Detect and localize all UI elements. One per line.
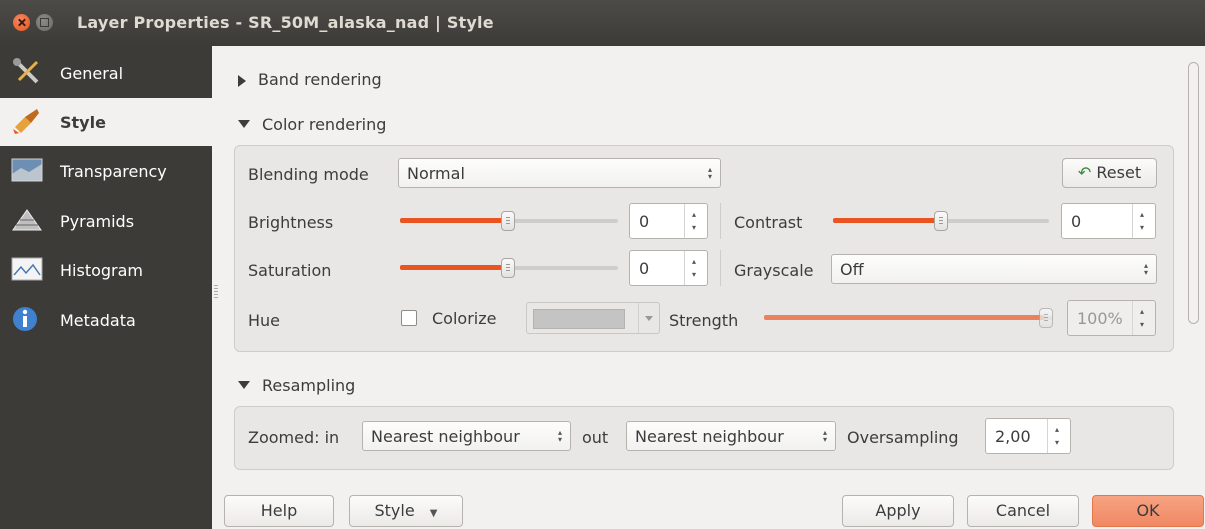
separator	[720, 250, 721, 286]
resampling-header[interactable]: Resampling	[238, 376, 355, 395]
undo-icon: ↶	[1077, 163, 1092, 182]
dropdown-arrow-icon[interactable]	[638, 303, 659, 333]
tools-icon	[13, 58, 39, 84]
close-window-button[interactable]	[13, 14, 30, 31]
sidebar-item-label: Style	[60, 113, 106, 132]
brightness-slider[interactable]	[400, 211, 618, 231]
histogram-icon	[11, 257, 43, 281]
sidebar-item-histogram[interactable]: Histogram	[0, 246, 212, 294]
band-rendering-header[interactable]: Band rendering	[238, 70, 382, 89]
apply-button[interactable]: Apply	[842, 495, 954, 527]
saturation-label: Saturation	[248, 261, 332, 280]
blending-mode-select[interactable]: Normal ▴ ▾	[398, 158, 721, 188]
hue-label: Hue	[248, 311, 281, 330]
colorize-color-button[interactable]	[526, 302, 660, 334]
colorize-label: Colorize	[432, 309, 497, 328]
cancel-button[interactable]: Cancel	[967, 495, 1079, 527]
collapse-arrow-icon	[238, 119, 250, 128]
colorize-checkbox[interactable]	[401, 310, 417, 326]
zoomed-out-select[interactable]: Nearest neighbour ▴ ▾	[626, 421, 836, 451]
grayscale-select[interactable]: Off ▴ ▾	[831, 254, 1157, 284]
contrast-spinbox[interactable]: 0 ▴ ▾	[1061, 203, 1156, 239]
saturation-slider[interactable]	[400, 258, 618, 278]
sidebar-item-style[interactable]: Style	[0, 98, 212, 146]
pyramids-icon	[12, 209, 42, 231]
sidebar-item-metadata[interactable]: Metadata	[0, 296, 212, 344]
collapse-arrow-icon	[238, 380, 250, 389]
saturation-spinbox[interactable]: 0 ▴ ▾	[629, 250, 708, 286]
info-icon	[13, 307, 37, 331]
sidebar-item-label: Histogram	[60, 261, 143, 280]
title-bar: Layer Properties - SR_50M_alaska_nad | S…	[0, 0, 1205, 46]
combo-arrows-icon: ▴ ▾	[558, 428, 563, 444]
transparency-icon	[11, 158, 43, 182]
sidebar-item-transparency[interactable]: Transparency	[0, 147, 212, 195]
oversampling-label: Oversampling	[847, 428, 959, 447]
combo-arrows-icon: ▴ ▾	[1144, 261, 1149, 277]
zoomed-out-label: out	[582, 428, 609, 447]
brightness-label: Brightness	[248, 213, 334, 232]
sidebar-item-label: Transparency	[60, 162, 167, 181]
zoomed-in-select[interactable]: Nearest neighbour ▴ ▾	[362, 421, 571, 451]
expand-arrow-icon	[238, 74, 246, 87]
dropdown-arrow-icon: ▼	[429, 508, 438, 519]
style-menu-button[interactable]: Style ▼	[349, 495, 463, 527]
strength-spinbox[interactable]: 100% ▴ ▾	[1067, 300, 1156, 336]
ok-button[interactable]: OK	[1092, 495, 1204, 527]
oversampling-spinbox[interactable]: 2,00 ▴ ▾	[985, 418, 1071, 454]
contrast-label: Contrast	[734, 213, 803, 232]
sidebar-item-label: General	[60, 64, 124, 83]
grayscale-label: Grayscale	[734, 261, 814, 280]
brightness-spinbox[interactable]: 0 ▴ ▾	[629, 203, 708, 239]
help-button[interactable]: Help	[224, 495, 334, 527]
splitter-handle[interactable]	[214, 285, 218, 299]
sidebar-item-label: Pyramids	[60, 212, 135, 231]
combo-arrows-icon: ▴ ▾	[708, 165, 713, 181]
reset-button[interactable]: ↶ Reset	[1062, 158, 1157, 188]
strength-slider[interactable]	[764, 308, 1053, 328]
scrollbar-thumb[interactable]	[1188, 62, 1199, 324]
zoomed-in-label: Zoomed: in	[248, 428, 340, 447]
window-title: Layer Properties - SR_50M_alaska_nad | S…	[77, 13, 494, 32]
separator	[720, 203, 721, 239]
sidebar-item-general[interactable]: General	[0, 49, 212, 97]
sidebar-item-label: Metadata	[60, 311, 136, 330]
contrast-slider[interactable]	[833, 211, 1049, 231]
vertical-scrollbar[interactable]	[1187, 56, 1201, 484]
strength-label: Strength	[669, 311, 739, 330]
sidebar: General Style Transparency Pyramids Hist…	[0, 46, 212, 529]
blending-mode-label: Blending mode	[248, 165, 369, 184]
maximize-window-button[interactable]	[36, 14, 53, 31]
paintbrush-icon	[13, 109, 39, 134]
combo-arrows-icon: ▴ ▾	[823, 428, 828, 444]
color-rendering-header[interactable]: Color rendering	[238, 115, 386, 134]
sidebar-item-pyramids[interactable]: Pyramids	[0, 197, 212, 245]
color-swatch	[533, 309, 625, 329]
